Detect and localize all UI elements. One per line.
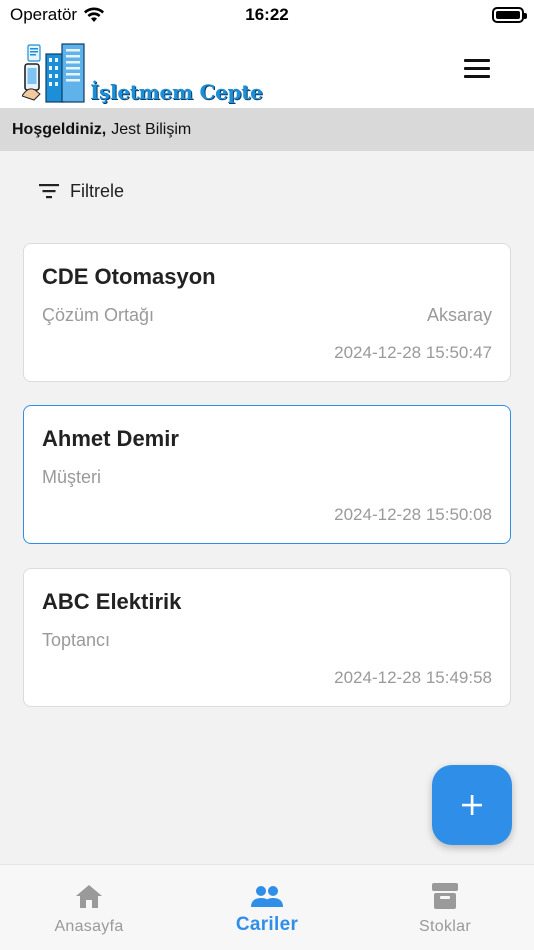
filter-button[interactable]: Filtrele	[38, 176, 124, 206]
card-type: Çözüm Ortağı	[42, 305, 155, 325]
nav-label: Stoklar	[419, 918, 471, 935]
nav-label: Anasayfa	[54, 918, 124, 935]
nav-item-cariler[interactable]: Cariler	[178, 865, 356, 950]
card-name: ABC Elektirik	[42, 589, 182, 614]
add-cari-button[interactable]	[432, 765, 512, 845]
card-name: Ahmet Demir	[42, 426, 179, 451]
home-icon	[76, 885, 102, 908]
card-date: 2024-12-28 15:50:08	[334, 505, 492, 524]
plus-icon	[462, 795, 482, 815]
cari-card-abc-elektirik[interactable]: ABC Elektirik Toptancı 2024-12-28 15:49:…	[23, 568, 511, 707]
menu-bar	[464, 66, 490, 70]
card-date: 2024-12-28 15:49:58	[334, 668, 492, 687]
bottom-nav: Anasayfa Cariler Stoklar	[0, 864, 534, 950]
welcome-bar: Hoşgeldiniz, Jest Bilişim	[0, 108, 534, 151]
welcome-greeting: Hoşgeldiniz,	[12, 120, 107, 138]
cari-card-cde-otomasyon[interactable]: CDE Otomasyon Çözüm Ortağı Aksaray 2024-…	[23, 243, 511, 382]
hamburger-menu-button[interactable]	[464, 54, 494, 82]
menu-bar	[464, 58, 490, 62]
clock: 16:22	[245, 5, 289, 24]
menu-bar	[464, 74, 490, 78]
app-header: İşletmem Cepte	[0, 32, 534, 108]
battery-icon	[492, 7, 527, 23]
card-type: Müşteri	[42, 467, 102, 487]
nav-item-anasayfa[interactable]: Anasayfa	[0, 865, 178, 950]
building-phone-icon	[22, 43, 85, 103]
cari-card-ahmet-demir[interactable]: Ahmet Demir Müşteri 2024-12-28 15:50:08	[23, 405, 511, 544]
card-type: Toptancı	[42, 630, 111, 650]
nav-label: Cariler	[235, 914, 299, 935]
card-name: CDE Otomasyon	[42, 264, 216, 289]
welcome-company: Jest Bilişim	[111, 120, 192, 138]
filter-icon	[39, 184, 59, 199]
card-city: Aksaray	[426, 305, 492, 325]
status-bar: Operatör 16:22	[0, 0, 534, 32]
nav-item-stoklar[interactable]: Stoklar	[356, 865, 534, 950]
app-logo: İşletmem Cepte	[22, 40, 263, 106]
people-icon	[251, 886, 283, 907]
filter-label: Filtrele	[70, 180, 125, 201]
archive-icon	[432, 883, 458, 909]
logo-text: İşletmem Cepte	[90, 80, 263, 104]
card-date: 2024-12-28 15:50:47	[334, 343, 492, 362]
